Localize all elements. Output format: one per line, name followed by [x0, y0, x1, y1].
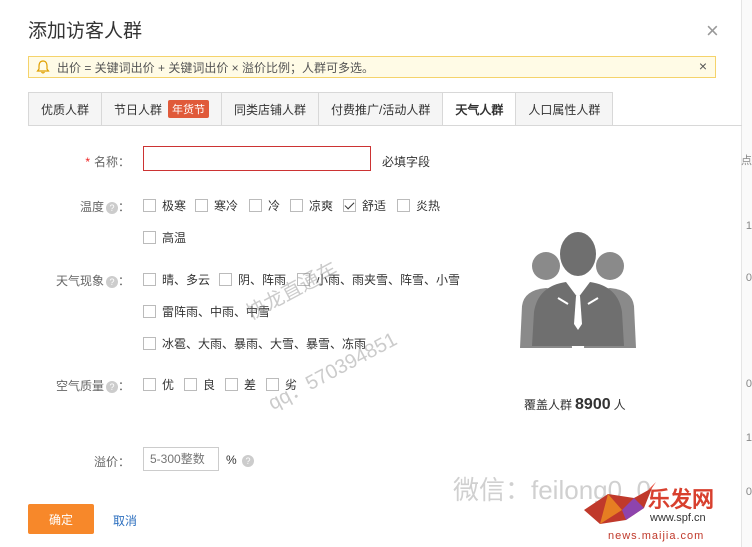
coverage-count: 8900	[575, 396, 611, 413]
crowd-tabs: 优质人群 节日人群 年货节 同类店铺人群 付费推广/活动人群 天气人群 人口属性人…	[28, 92, 614, 126]
cancel-link[interactable]: 取消	[113, 512, 137, 529]
checkbox[interactable]	[219, 273, 232, 286]
tab-holiday-crowd[interactable]: 节日人群 年货节	[101, 92, 223, 126]
percent-unit: % ?	[226, 453, 255, 467]
air-option-good[interactable]: 良	[184, 376, 215, 393]
notice-close-button[interactable]: ×	[699, 58, 707, 74]
name-label: * 名称：	[85, 155, 130, 169]
tab-divider	[28, 125, 742, 126]
checkbox[interactable]	[143, 337, 156, 350]
checkbox[interactable]	[290, 199, 303, 212]
help-icon[interactable]: ?	[105, 275, 118, 288]
premium-input[interactable]	[143, 447, 219, 471]
weather-label: 天气现象?：	[55, 274, 130, 288]
temp-option-cool[interactable]: 冷	[249, 197, 280, 214]
checkbox[interactable]	[143, 378, 156, 391]
notice-bar: 出价 = 关键词出价 + 关键词出价 × 溢价比例；人群可多选。 ×	[28, 56, 716, 78]
name-input[interactable]	[143, 146, 371, 171]
bull-logo-icon	[584, 482, 656, 524]
checkbox[interactable]	[143, 199, 156, 212]
air-option-excellent[interactable]: 优	[143, 376, 174, 393]
add-visitor-crowd-dialog: 添加访客人群 × 出价 = 关键词出价 + 关键词出价 × 溢价比例；人群可多选…	[0, 0, 742, 547]
watermark-logo: 乐发网 www.spf.cn news.maijia.com	[578, 480, 742, 544]
checkbox[interactable]	[397, 199, 410, 212]
notice-text: 出价 = 关键词出价 + 关键词出价 × 溢价比例；人群可多选。	[57, 60, 375, 75]
checkbox[interactable]	[195, 199, 208, 212]
checkbox[interactable]	[225, 378, 238, 391]
confirm-button[interactable]: 确定	[28, 504, 94, 534]
coverage-text: 覆盖人群 8900 人	[524, 396, 626, 413]
new-year-badge: 年货节	[168, 100, 210, 118]
checkbox[interactable]	[143, 273, 156, 286]
weather-option-hail[interactable]: 冰雹、大雨、暴雨、大雪、暴雪、冻雨	[143, 335, 366, 352]
temp-option-very-hot[interactable]: 高温	[143, 229, 186, 246]
checkbox-checked[interactable]	[343, 199, 356, 212]
temperature-label: 温度?：	[79, 200, 130, 214]
dialog-title: 添加访客人群	[28, 21, 143, 42]
temp-option-cold[interactable]: 寒冷	[195, 197, 238, 214]
weather-option-sunny[interactable]: 晴、多云	[143, 271, 210, 288]
close-dialog-button[interactable]: ×	[706, 20, 719, 42]
checkbox[interactable]	[184, 378, 197, 391]
checkbox[interactable]	[249, 199, 262, 212]
tab-similar-store-crowd[interactable]: 同类店铺人群	[221, 92, 320, 126]
premium-label: 溢价：	[93, 455, 130, 469]
help-icon[interactable]: ?	[105, 380, 118, 393]
temp-option-hot[interactable]: 炎热	[397, 197, 440, 214]
tab-paid-promotion-crowd[interactable]: 付费推广/活动人群	[318, 92, 444, 126]
tab-demographic-crowd[interactable]: 人口属性人群	[515, 92, 614, 126]
checkbox[interactable]	[143, 231, 156, 244]
tab-quality-crowd[interactable]: 优质人群	[28, 92, 103, 126]
required-hint: 必填字段	[382, 155, 431, 169]
temp-option-extreme-cold[interactable]: 极寒	[143, 197, 186, 214]
air-quality-label: 空气质量?：	[55, 379, 130, 393]
watermark-text: 快龙直通车	[242, 258, 342, 325]
temp-option-comfortable[interactable]: 舒适	[343, 197, 386, 214]
air-option-poor[interactable]: 差	[225, 376, 256, 393]
checkbox[interactable]	[143, 305, 156, 318]
crowd-avatar-icon	[520, 232, 636, 348]
help-icon[interactable]: ?	[242, 454, 255, 467]
help-icon[interactable]: ?	[105, 201, 118, 214]
bell-icon	[36, 60, 50, 74]
temp-option-mild[interactable]: 凉爽	[290, 197, 333, 214]
tab-weather-crowd[interactable]: 天气人群	[442, 92, 517, 126]
background-page-edge: 点 1 0 0 1 0	[741, 0, 752, 547]
